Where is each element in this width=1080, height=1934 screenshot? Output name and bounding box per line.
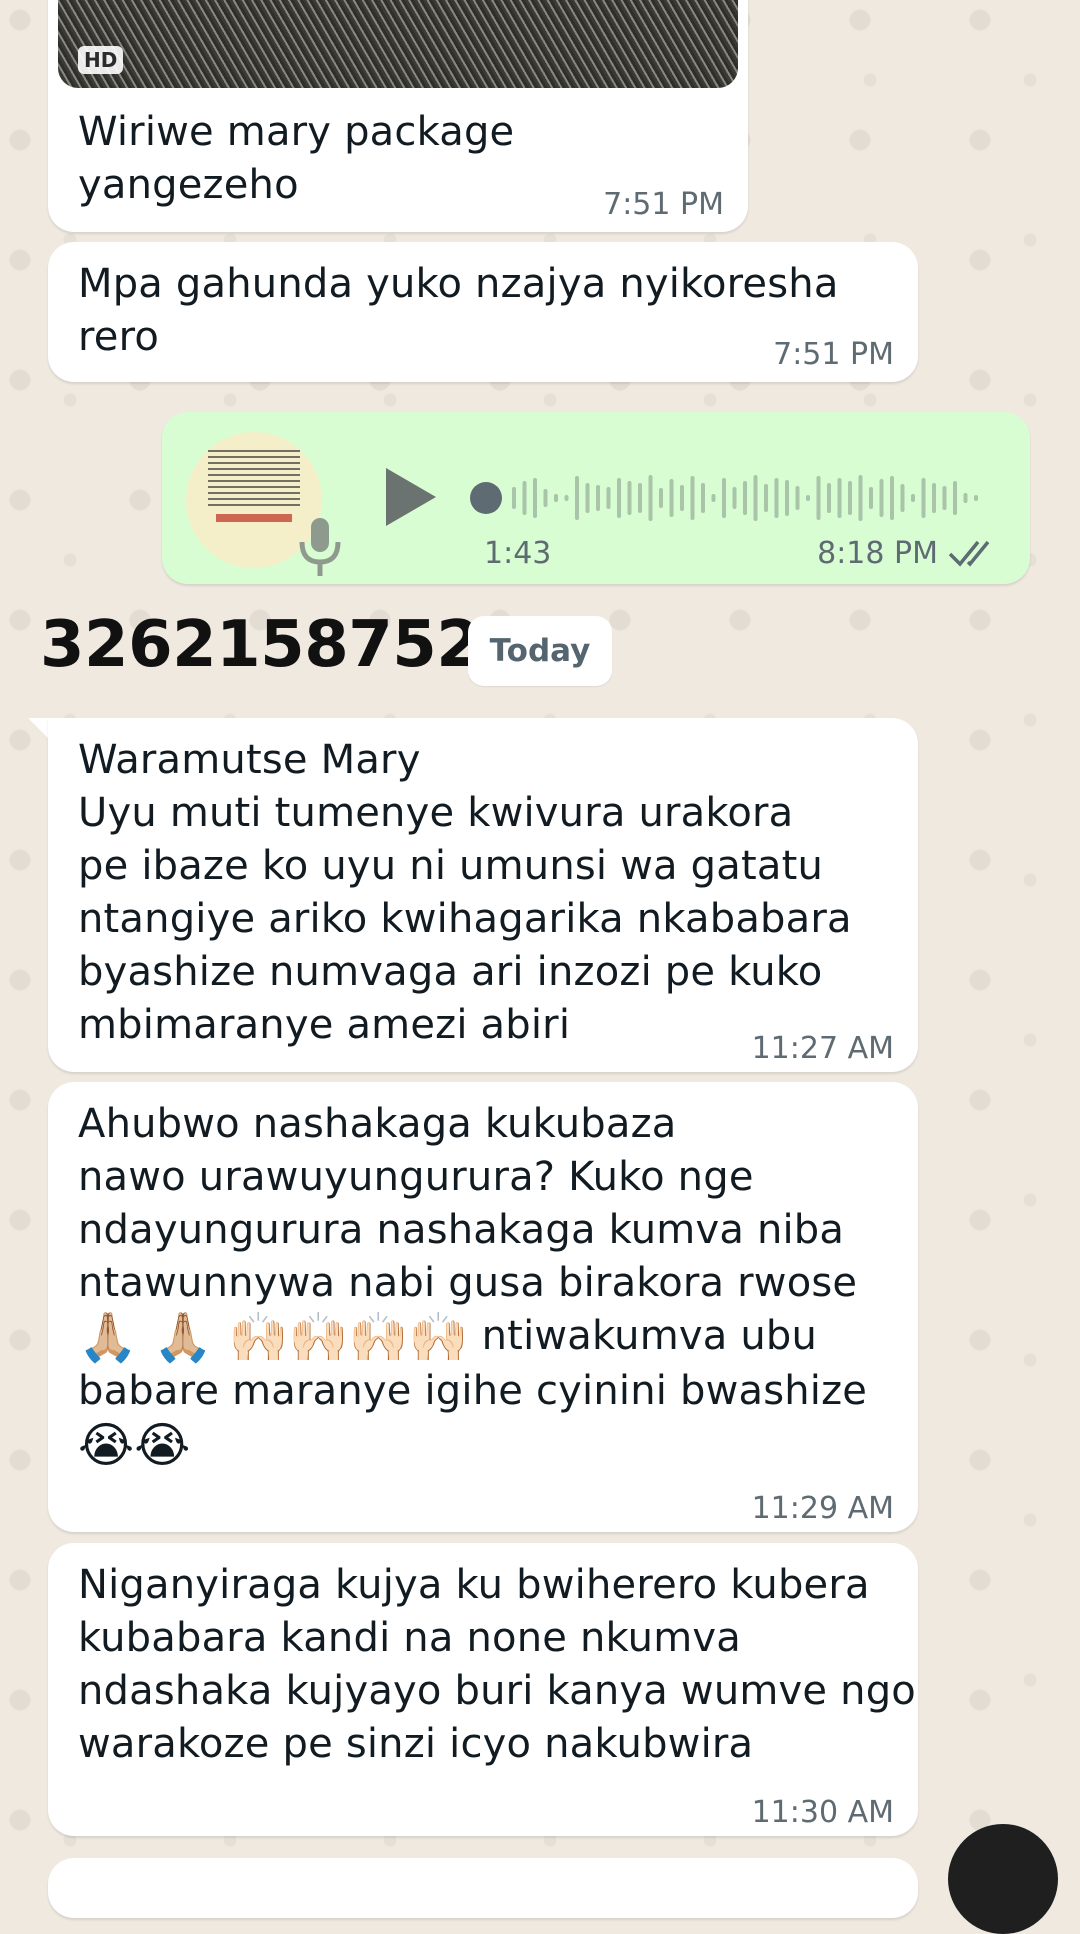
waveform-bar [869, 487, 873, 509]
waveform-bar [932, 483, 936, 513]
waveform-bar [617, 478, 621, 518]
message-time: 8:18 PM [817, 536, 938, 571]
scroll-down-button[interactable] [948, 1824, 1058, 1934]
message-text: Wiriwe mary package yangezeho [78, 109, 515, 208]
play-icon[interactable] [380, 462, 440, 532]
waveform-bar [596, 485, 600, 511]
waveform-bar [848, 481, 852, 515]
waveform-bar [648, 475, 653, 521]
waveform-bar [690, 476, 695, 520]
incoming-message[interactable]: Mpa gahunda yuko nzajya nyikoresha rero … [48, 242, 918, 382]
message-text-part: Ahubwo nashakaga kukubaza nawo urawuyung… [78, 1101, 858, 1306]
waveform-bar [533, 478, 537, 518]
waveform-bar [522, 481, 527, 515]
message-text: Niganyiraga kujya ku bwiherero kubera ku… [78, 1562, 916, 1767]
waveform-bar [732, 487, 737, 509]
waveform-bar [564, 495, 569, 501]
message-time: 11:29 AM [751, 1491, 894, 1526]
waveform-bar [606, 487, 611, 509]
waveform-bar [680, 485, 684, 511]
message-text: Ahubwo nashakaga kukubaza nawo urawuyung… [78, 1098, 867, 1472]
message-time: 11:30 AM [751, 1795, 894, 1830]
message-text: Mpa gahunda yuko nzajya nyikoresha rero [78, 261, 839, 360]
waveform-bar [743, 481, 747, 515]
waveform-bar [785, 480, 789, 516]
waveform-bar [669, 479, 674, 517]
waveform-bar [722, 478, 726, 518]
waveform-bar [585, 483, 590, 513]
waveform-bar [827, 483, 831, 513]
waveform-bar [753, 475, 758, 521]
waveform-bar [764, 484, 768, 512]
waveform-bar [837, 478, 842, 518]
message-text: Waramutse Mary Uyu muti tumenye kwivura … [78, 737, 852, 1048]
waveform-bar [942, 486, 947, 510]
waveform-bar [816, 476, 821, 520]
waveform-bar [774, 478, 779, 518]
message-time: 7:51 PM [773, 337, 894, 372]
waveform-bar [711, 494, 716, 502]
sender-name: 3262158752 [40, 608, 481, 682]
waveform-bar [963, 493, 968, 503]
hd-badge: HD [78, 46, 124, 74]
incoming-message[interactable] [48, 1858, 918, 1918]
waveform-bar [974, 495, 978, 501]
incoming-message[interactable]: Niganyiraga kujya ku bwiherero kubera ku… [48, 1543, 918, 1836]
waveform-bar [659, 488, 663, 508]
waveform-bar [890, 476, 894, 520]
waveform-bar [806, 495, 810, 501]
crying-emoji: 😭😭 [78, 1417, 191, 1473]
waveform-bar [921, 478, 926, 518]
waveform-bar [701, 483, 705, 513]
waveform-bar [858, 475, 863, 521]
waveform-bar [638, 483, 642, 513]
waveform-bar [911, 494, 915, 502]
incoming-message[interactable]: Ahubwo nashakaga kukubaza nawo urawuyung… [48, 1082, 918, 1532]
waveform-bar [554, 494, 558, 502]
voice-note-duration: 1:43 [484, 536, 552, 571]
voice-note-bubble[interactable]: 1:43 8:18 PM [162, 412, 1030, 584]
image-thumbnail[interactable]: HD [58, 0, 738, 88]
emoji-line: 🙏🏼 🙏🏼 🙌🏻🙌🏻🙌🏻🙌🏻 [78, 1309, 469, 1366]
waveform-bar [953, 481, 957, 515]
waveform-bar [575, 476, 579, 520]
incoming-message[interactable]: Waramutse Mary Uyu muti tumenye kwivura … [48, 718, 918, 1072]
double-check-icon [948, 540, 990, 567]
waveform-bar [795, 486, 800, 510]
mic-icon [299, 518, 341, 576]
waveform-bar [627, 481, 632, 515]
message-time: 11:27 AM [751, 1031, 894, 1066]
waveform-bar [543, 489, 548, 507]
waveform-bar [512, 487, 516, 509]
image-message-bubble[interactable]: HD Wiriwe mary package yangezeho 7:51 PM [48, 0, 748, 232]
waveform-bar [879, 479, 884, 517]
audio-waveform[interactable] [462, 462, 1002, 534]
waveform-bar [900, 484, 905, 512]
message-time: 7:51 PM [603, 187, 724, 222]
date-chip: Today [468, 616, 612, 686]
